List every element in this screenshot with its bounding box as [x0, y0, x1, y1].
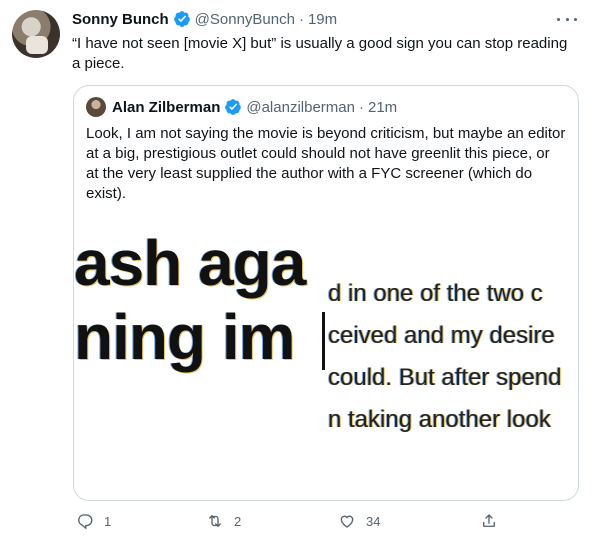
separator-dot: ·: [358, 98, 364, 116]
tweet-header: Sonny Bunch @SonnyBunch · 19m: [72, 8, 579, 30]
tweet: Sonny Bunch @SonnyBunch · 19m “I have no…: [72, 8, 579, 74]
quoted-author-avatar: [86, 97, 106, 117]
image-small-text-line: could. But after spend: [328, 364, 562, 391]
tweet-text: “I have not seen [movie X] but” is usual…: [72, 35, 572, 72]
image-small-text-line: ceived and my desire: [328, 322, 555, 349]
quoted-tweet[interactable]: Alan Zilberman @alanzilberman · 21m Look…: [73, 85, 579, 501]
like-button[interactable]: 34: [338, 512, 380, 530]
author-name[interactable]: Sonny Bunch: [72, 11, 169, 28]
quoted-tweet-text: Look, I am not saying the movie is beyon…: [86, 125, 566, 202]
like-icon: [340, 515, 354, 528]
quoted-tweet-timestamp: 21m: [367, 98, 398, 116]
tweet-timestamp[interactable]: 19m: [308, 11, 337, 28]
image-small-text-line: d in one of the two c: [328, 280, 543, 307]
image-text-cursor: [322, 312, 325, 370]
retweet-count: 2: [234, 513, 242, 529]
author-avatar[interactable]: [12, 10, 60, 58]
retweet-icon: [209, 515, 221, 527]
image-big-text-line: ning im: [74, 301, 296, 373]
quoted-author-name: Alan Zilberman: [112, 98, 221, 116]
like-count: 34: [366, 513, 381, 529]
more-icon[interactable]: [557, 10, 577, 28]
share-button[interactable]: [480, 512, 508, 530]
author-handle[interactable]: @SonnyBunch: [195, 11, 295, 28]
separator-dot: ·: [298, 10, 304, 28]
verified-icon: [173, 10, 191, 28]
quoted-tweet-image[interactable]: ash aga ning im d in one of the two c ce…: [74, 224, 578, 486]
retweet-button[interactable]: 2: [206, 512, 241, 530]
reply-icon: [78, 514, 93, 530]
tweet-actions: 1 2 34: [72, 512, 502, 536]
quoted-tweet-header: Alan Zilberman @alanzilberman · 21m: [86, 96, 397, 118]
quoted-author-handle: @alanzilberman: [246, 98, 355, 116]
reply-count: 1: [104, 513, 112, 529]
verified-icon: [224, 98, 242, 116]
share-icon: [483, 514, 495, 527]
image-big-text-line: ash aga: [74, 227, 306, 299]
reply-button[interactable]: 1: [76, 512, 111, 530]
image-small-text-line: n taking another look: [328, 406, 551, 433]
